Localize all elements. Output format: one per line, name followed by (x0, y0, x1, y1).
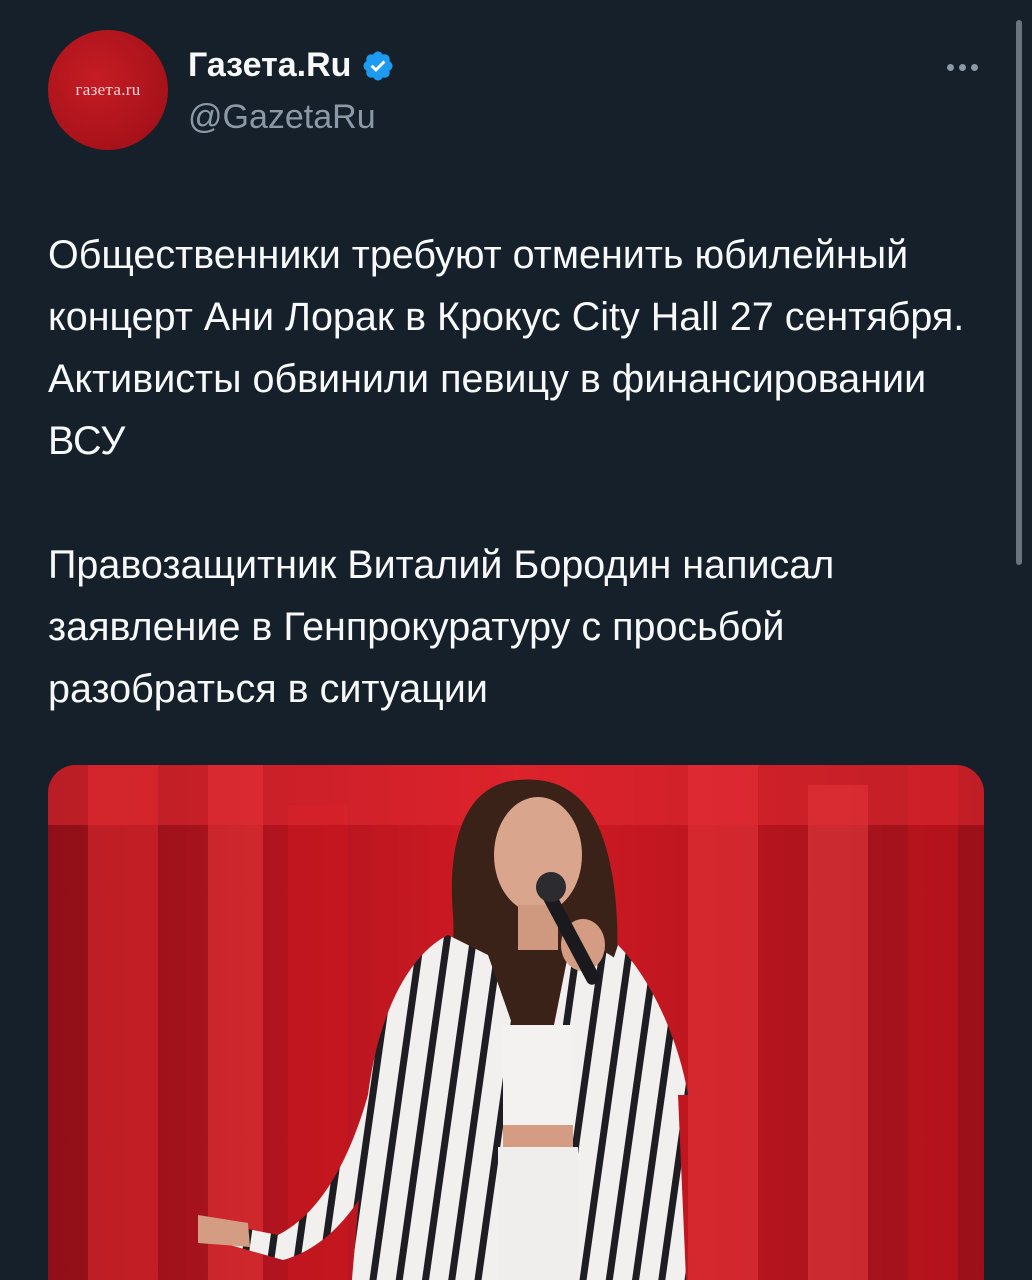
scrollbar[interactable] (1016, 20, 1022, 565)
tweet-photo[interactable] (48, 765, 984, 1280)
avatar[interactable]: газета.ru (48, 30, 168, 150)
tweet-paragraph: Общественники требуют отменить юбилейный… (48, 233, 965, 463)
avatar-logo-text: газета.ru (75, 80, 141, 99)
tweet-text: Общественники требуют отменить юбилейный… (48, 224, 988, 720)
author-name-row: Газета.Ru (188, 46, 395, 85)
author-handle[interactable]: @GazetaRu (188, 98, 376, 137)
tweet-paragraph: Правозащитник Виталий Бородин написал за… (48, 543, 835, 711)
verified-badge-icon (363, 50, 393, 81)
more-options-button[interactable] (940, 50, 984, 84)
concert-photo-illustration (48, 765, 984, 1280)
author-display-name[interactable]: Газета.Ru (188, 46, 351, 85)
tweet-view: газета.ru Газета.Ru @GazetaRu Общественн… (0, 0, 1032, 1280)
more-horizontal-icon (946, 63, 978, 71)
